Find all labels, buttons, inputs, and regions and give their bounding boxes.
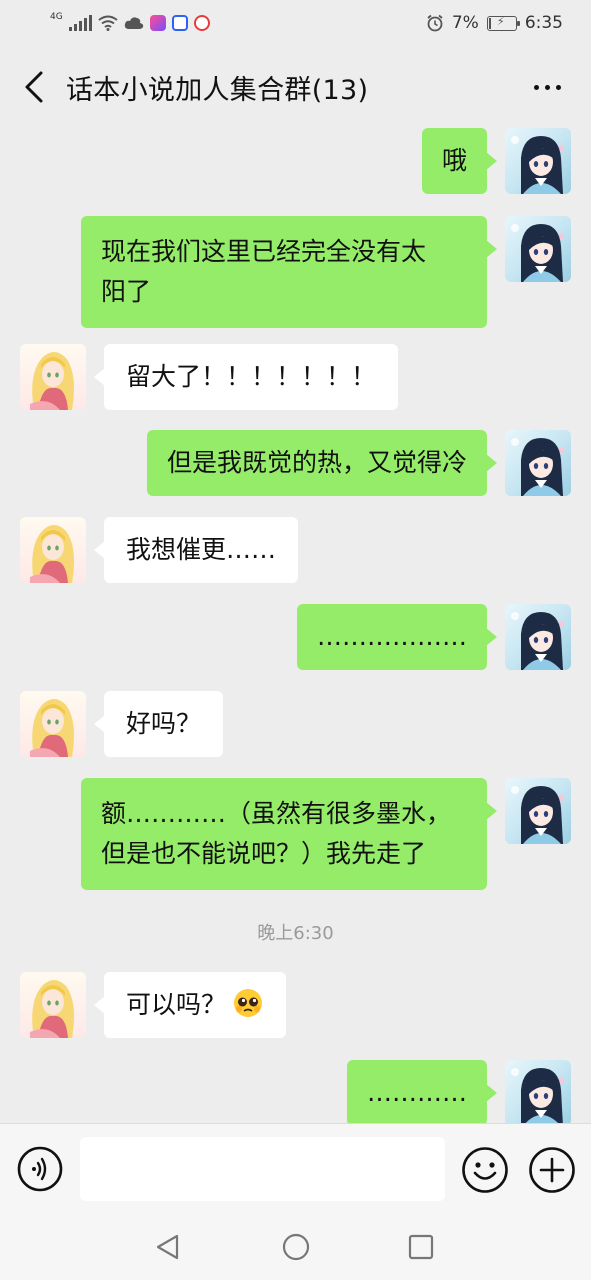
battery-icon: ⚡ [486, 14, 520, 31]
message-text: 可以吗？ [126, 990, 227, 1019]
status-left: 4G [50, 12, 210, 31]
member-avatar[interactable] [20, 517, 86, 583]
home-circle-icon[interactable] [280, 1231, 312, 1263]
message-line: 阳了 [101, 277, 152, 306]
self-avatar[interactable] [505, 430, 571, 496]
message-bubble[interactable]: 好吗？ [93, 691, 224, 757]
news-app-icon [193, 15, 210, 31]
message-list[interactable]: 哦 现在我们这里已经完全没有太 阳了 留大了！！！！！！！ 但是我既觉的热，又觉… [0, 128, 591, 1123]
message-bubble[interactable]: ………… [347, 1060, 497, 1123]
message-bubble[interactable]: 可以吗？ [93, 972, 287, 1038]
system-navigation-bar [0, 1213, 591, 1280]
status-right: 7% ⚡ 6:35 [426, 13, 563, 33]
self-avatar[interactable] [505, 604, 571, 670]
message-bubble[interactable]: 哦 [421, 128, 498, 194]
clock-time: 6:35 [524, 13, 563, 33]
chat-header: 话本小说加人集合群(13) [0, 46, 591, 128]
message-input[interactable] [80, 1137, 445, 1201]
message-bubble[interactable]: 留大了！！！！！！！ [93, 344, 399, 410]
charging-bolt-icon: ⚡ [496, 14, 505, 28]
input-bar [0, 1123, 591, 1213]
member-avatar[interactable] [20, 344, 86, 410]
pleading-face-emoji [234, 989, 263, 1017]
message-bubble[interactable]: 额…………（虽然有很多墨水， 但是也不能说吧？）我先走了 [81, 778, 497, 890]
self-avatar[interactable] [505, 1060, 571, 1123]
more-dots-icon[interactable] [517, 57, 577, 117]
alarm-clock-icon [427, 14, 443, 32]
chat-title: 话本小说加人集合群(13) [66, 74, 369, 106]
time-divider: 晚上6:30 [257, 923, 334, 944]
self-avatar[interactable] [505, 778, 571, 844]
self-avatar[interactable] [505, 128, 571, 194]
message-line: 但是也不能说吧？）我先走了 [101, 839, 427, 868]
smiley-face-icon[interactable] [461, 1146, 509, 1194]
chevron-left-icon[interactable] [4, 57, 64, 117]
message-line: 额…………（虽然有很多墨水， [101, 799, 452, 828]
battery-percent: 7% [451, 13, 479, 33]
baidu-app-icon [171, 15, 188, 31]
signal-icon [68, 15, 92, 31]
message-bubble[interactable]: 现在我们这里已经完全没有太 阳了 [81, 216, 497, 328]
message-bubble[interactable]: 但是我既觉的热，又觉得冷 [146, 430, 498, 496]
member-avatar[interactable] [20, 972, 86, 1038]
member-avatar[interactable] [20, 691, 86, 757]
message-bubble[interactable]: ……………… [297, 604, 497, 670]
self-avatar[interactable] [505, 216, 571, 282]
recents-square-icon[interactable] [405, 1231, 437, 1263]
network-type-label: 4G [50, 12, 63, 22]
wifi-icon [98, 15, 118, 31]
voice-input-icon[interactable] [17, 1146, 63, 1192]
message-bubble[interactable]: 我想催更…… [93, 517, 299, 583]
battery-fill [488, 17, 491, 29]
back-triangle-icon[interactable] [152, 1231, 184, 1263]
message-line: 现在我们这里已经完全没有太 [101, 237, 427, 266]
video-app-icon [149, 15, 166, 31]
status-bar: 4G 7% ⚡ 6:35 [0, 0, 591, 46]
plus-circle-icon[interactable] [528, 1146, 576, 1194]
cloud-icon [124, 17, 143, 29]
